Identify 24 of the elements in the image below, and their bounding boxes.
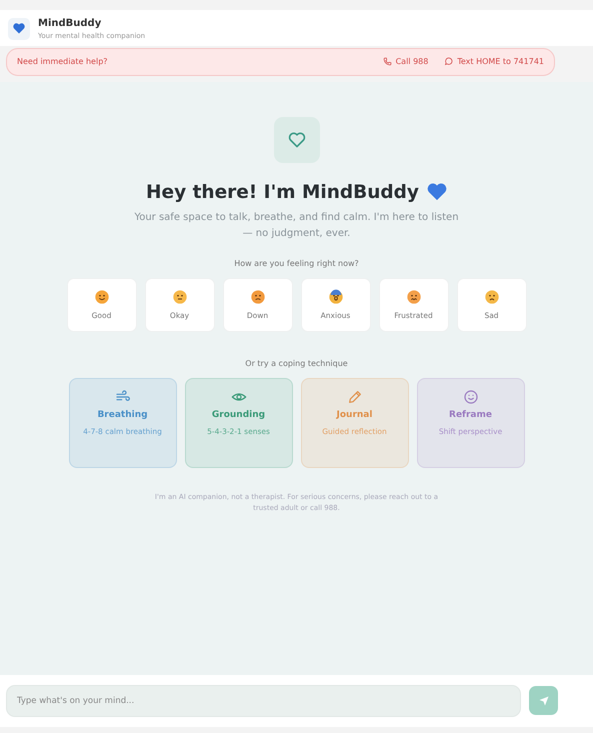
call-link[interactable]: Call 988 — [382, 56, 428, 68]
coping-prompt: Or try a coping technique — [245, 358, 348, 370]
app-title: MindBuddy — [38, 17, 102, 31]
smiley-icon — [462, 389, 478, 406]
heart-icon — [288, 132, 306, 148]
message-input[interactable]: Type what's on your mind... — [6, 684, 521, 716]
face-icon — [484, 289, 500, 306]
welcome-title: Hey there! I'm MindBuddy — [146, 180, 419, 204]
face-icon — [406, 289, 422, 306]
crisis-label: Need immediate help? — [17, 56, 108, 68]
send-icon — [538, 694, 550, 706]
mood-prompt: How are you feeling right now? — [234, 258, 359, 270]
text-link[interactable]: Text HOME to 741741 — [444, 56, 544, 68]
send-button[interactable] — [529, 686, 558, 715]
welcome-subtitle: Your safe space to talk, breathe, and find calm. I'm here to listen — no judgment, ever. — [133, 211, 460, 242]
face-icon — [250, 289, 266, 306]
chat-bubble-icon — [444, 57, 454, 66]
heart-icon — [426, 183, 447, 202]
face-icon — [94, 289, 110, 306]
heart-icon — [13, 23, 25, 34]
pencil-icon — [346, 389, 362, 406]
phone-icon — [382, 57, 392, 66]
face-icon — [328, 289, 344, 306]
face-icon — [172, 289, 188, 306]
